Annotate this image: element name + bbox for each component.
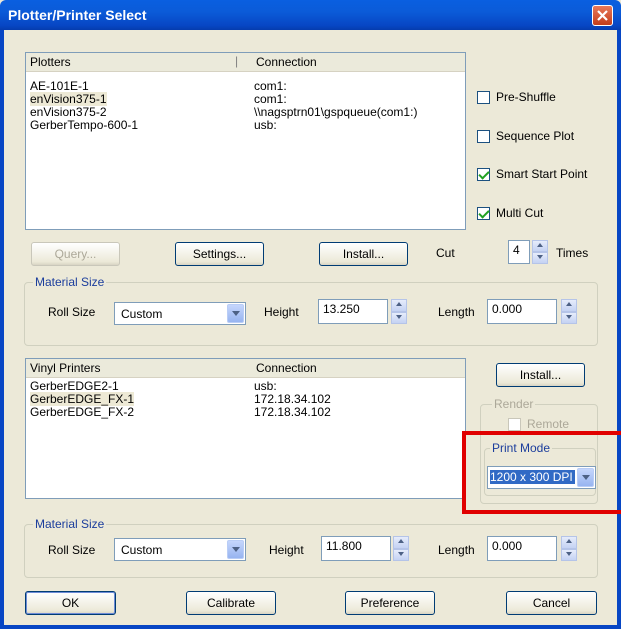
vinyl-header: Vinyl Printers Connection: [26, 359, 465, 378]
multi-cut-label: Multi Cut: [496, 206, 544, 220]
height-input-2[interactable]: 11.800: [321, 536, 391, 561]
plotters-col-name[interactable]: Plotters: [30, 55, 71, 69]
cancel-button[interactable]: Cancel: [506, 591, 597, 615]
install-plotter-button[interactable]: Install...: [319, 242, 408, 266]
material-size-label-1: Material Size: [33, 275, 107, 289]
ok-button[interactable]: OK: [25, 591, 116, 615]
pre-shuffle-label: Pre-Shuffle: [496, 90, 556, 104]
plotters-col-connection[interactable]: Connection: [256, 55, 317, 69]
preference-button[interactable]: Preference: [345, 591, 435, 615]
times-label: Times: [556, 246, 589, 260]
render-label: Render: [492, 397, 536, 411]
plotter-row[interactable]: GerberTempo-600-1 usb:: [30, 119, 277, 132]
plotters-list[interactable]: Plotters | Connection AE-101E-1 com1: en…: [25, 52, 466, 230]
plotters-header: Plotters | Connection: [26, 53, 465, 72]
length-spinner-2[interactable]: [561, 536, 577, 561]
cut-count-input[interactable]: 4: [508, 240, 530, 264]
length-label-1: Length: [438, 305, 475, 319]
cut-label: Cut: [436, 246, 455, 260]
length-spinner-1[interactable]: [561, 299, 577, 324]
roll-size-select-1[interactable]: Custom: [114, 302, 246, 325]
height-spinner-1[interactable]: [391, 299, 407, 324]
vinyl-col-connection[interactable]: Connection: [256, 361, 317, 375]
window-title: Plotter/Printer Select: [8, 7, 147, 23]
roll-size-label-1: Roll Size: [48, 305, 96, 319]
close-button[interactable]: [592, 5, 613, 26]
sequence-plot-label: Sequence Plot: [496, 129, 575, 143]
vinyl-col-name[interactable]: Vinyl Printers: [30, 361, 100, 375]
smart-start-point-label: Smart Start Point: [496, 167, 588, 181]
multi-cut-checkbox[interactable]: [477, 207, 490, 220]
close-icon: [597, 10, 608, 21]
height-label-1: Height: [264, 305, 299, 319]
chevron-down-icon[interactable]: [227, 540, 244, 559]
remote-label: Remote: [527, 417, 570, 431]
pre-shuffle-checkbox[interactable]: [477, 91, 490, 104]
calibrate-button[interactable]: Calibrate: [186, 591, 276, 615]
smart-start-point-checkbox[interactable]: [477, 168, 490, 181]
header-divider: |: [235, 54, 239, 68]
vinyl-row[interactable]: GerberEDGE_FX-2 172.18.34.102: [30, 406, 331, 419]
length-input-1[interactable]: 0.000: [487, 299, 557, 324]
material-size-label-2: Material Size: [33, 517, 107, 531]
sequence-plot-checkbox[interactable]: [477, 130, 490, 143]
highlight-box: [462, 431, 621, 514]
height-spinner-2[interactable]: [393, 536, 409, 561]
settings-button[interactable]: Settings...: [175, 242, 264, 266]
roll-size-select-2[interactable]: Custom: [114, 538, 246, 561]
height-input-1[interactable]: 13.250: [318, 299, 388, 324]
length-input-2[interactable]: 0.000: [487, 536, 557, 561]
height-label-2: Height: [269, 543, 304, 557]
roll-size-label-2: Roll Size: [48, 543, 96, 557]
vinyl-printers-list[interactable]: Vinyl Printers Connection GerberEDGE2-1 …: [25, 358, 466, 499]
remote-checkbox[interactable]: [508, 418, 521, 431]
length-label-2: Length: [438, 543, 475, 557]
query-button[interactable]: Query...: [31, 242, 120, 266]
cut-count-spinner[interactable]: [532, 240, 548, 264]
install-vinyl-button[interactable]: Install...: [496, 363, 585, 387]
chevron-down-icon[interactable]: [227, 304, 244, 323]
